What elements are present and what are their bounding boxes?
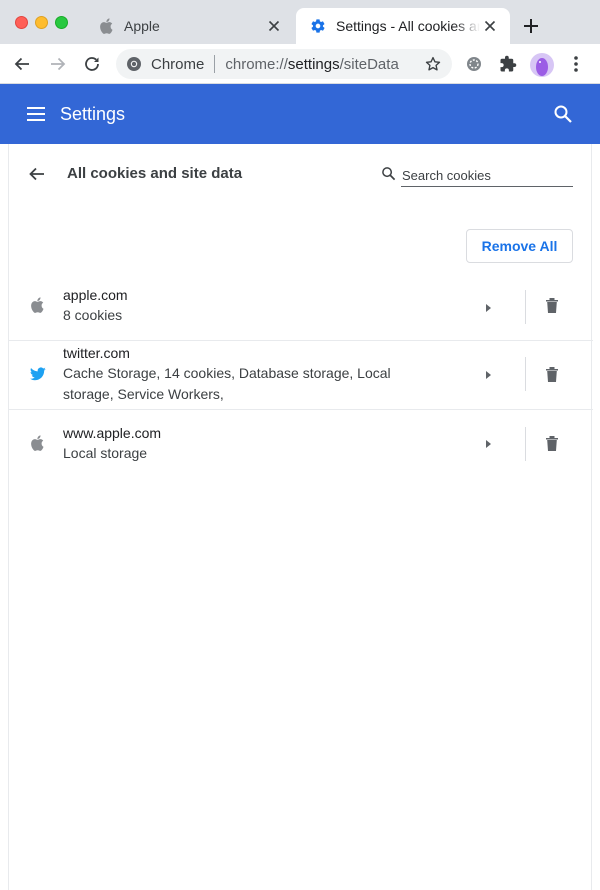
settings-header: Settings <box>0 84 600 144</box>
chevron-right-icon[interactable] <box>483 437 493 451</box>
reload-icon[interactable] <box>80 52 104 76</box>
url-path: /siteData <box>339 55 399 73</box>
omnibox-divider <box>214 55 216 73</box>
tab-title: Settings - All cookies and site data <box>336 18 480 34</box>
settings-title: Settings <box>60 104 126 124</box>
window-zoom-button[interactable] <box>55 16 68 29</box>
site-text: www.apple.com Local storage <box>63 423 463 464</box>
address-bar[interactable]: Chrome chrome://settings/siteData <box>116 49 452 79</box>
delete-trash-icon[interactable] <box>544 365 562 385</box>
forward-arrow-icon[interactable] <box>46 52 70 76</box>
site-detail: 8 cookies <box>63 307 123 323</box>
site-detail: Cache Storage, 14 cookies, Database stor… <box>63 365 391 402</box>
page-title: All cookies and site data <box>67 165 243 182</box>
site-text: apple.com 8 cookies <box>63 285 463 326</box>
site-text: twitter.com Cache Storage, 14 cookies, D… <box>63 343 463 405</box>
omnibox-scheme-label: Chrome <box>151 55 205 73</box>
url-prefix: chrome:// <box>225 55 288 73</box>
search-icon[interactable] <box>553 104 573 124</box>
gear-icon <box>310 18 326 34</box>
delete-trash-icon[interactable] <box>544 434 562 454</box>
window-close-button[interactable] <box>15 16 28 29</box>
profile-avatar[interactable] <box>530 53 554 77</box>
chrome-logo-icon <box>126 56 142 72</box>
more-vert-icon[interactable] <box>564 52 588 76</box>
new-tab-plus-icon[interactable] <box>520 15 542 37</box>
extensions-puzzle-icon[interactable] <box>496 52 520 76</box>
back-arrow-icon[interactable] <box>10 52 34 76</box>
site-row-www-apple[interactable]: www.apple.com Local storage <box>9 410 593 476</box>
site-detail: Local storage <box>63 445 148 461</box>
site-name: twitter.com <box>63 345 130 361</box>
chevron-right-icon[interactable] <box>483 368 493 382</box>
extension-icon[interactable] <box>462 52 486 76</box>
apple-icon <box>30 435 46 451</box>
site-name: www.apple.com <box>63 425 162 441</box>
delete-trash-icon[interactable] <box>544 296 562 316</box>
bookmark-star-icon[interactable] <box>424 55 442 73</box>
menu-icon[interactable] <box>26 104 46 124</box>
twitter-bird-icon <box>30 367 46 383</box>
row-divider <box>525 290 526 324</box>
row-divider <box>525 427 526 461</box>
search-icon <box>381 166 397 182</box>
cookies-card: All cookies and site data Remove All app… <box>8 144 593 890</box>
chevron-right-icon[interactable] <box>483 301 493 315</box>
tab-strip: Apple Settings - All cookies and site da… <box>0 0 600 44</box>
search-cookies <box>381 162 573 187</box>
browser-toolbar: Chrome chrome://settings/siteData <box>0 44 600 84</box>
tab-apple[interactable]: Apple <box>84 8 294 44</box>
apple-icon <box>30 297 46 313</box>
site-name: apple.com <box>63 287 128 303</box>
url-host: settings <box>287 55 340 73</box>
site-row-apple[interactable]: apple.com 8 cookies <box>9 276 593 341</box>
close-tab-icon[interactable] <box>264 16 284 36</box>
back-arrow-icon[interactable] <box>27 164 49 186</box>
row-divider <box>525 357 526 391</box>
site-list: apple.com 8 cookies twitter.com Cache St… <box>9 276 593 476</box>
remove-all-button[interactable]: Remove All <box>466 229 573 263</box>
apple-icon <box>98 18 114 34</box>
search-cookies-input[interactable] <box>401 162 573 187</box>
window-minimize-button[interactable] <box>35 16 48 29</box>
url-text: chrome://settings/siteData <box>225 56 398 73</box>
site-row-twitter[interactable]: twitter.com Cache Storage, 14 cookies, D… <box>9 341 593 410</box>
close-tab-icon[interactable] <box>480 16 500 36</box>
tab-settings[interactable]: Settings - All cookies and site data <box>296 8 510 44</box>
tab-title: Apple <box>124 18 160 34</box>
